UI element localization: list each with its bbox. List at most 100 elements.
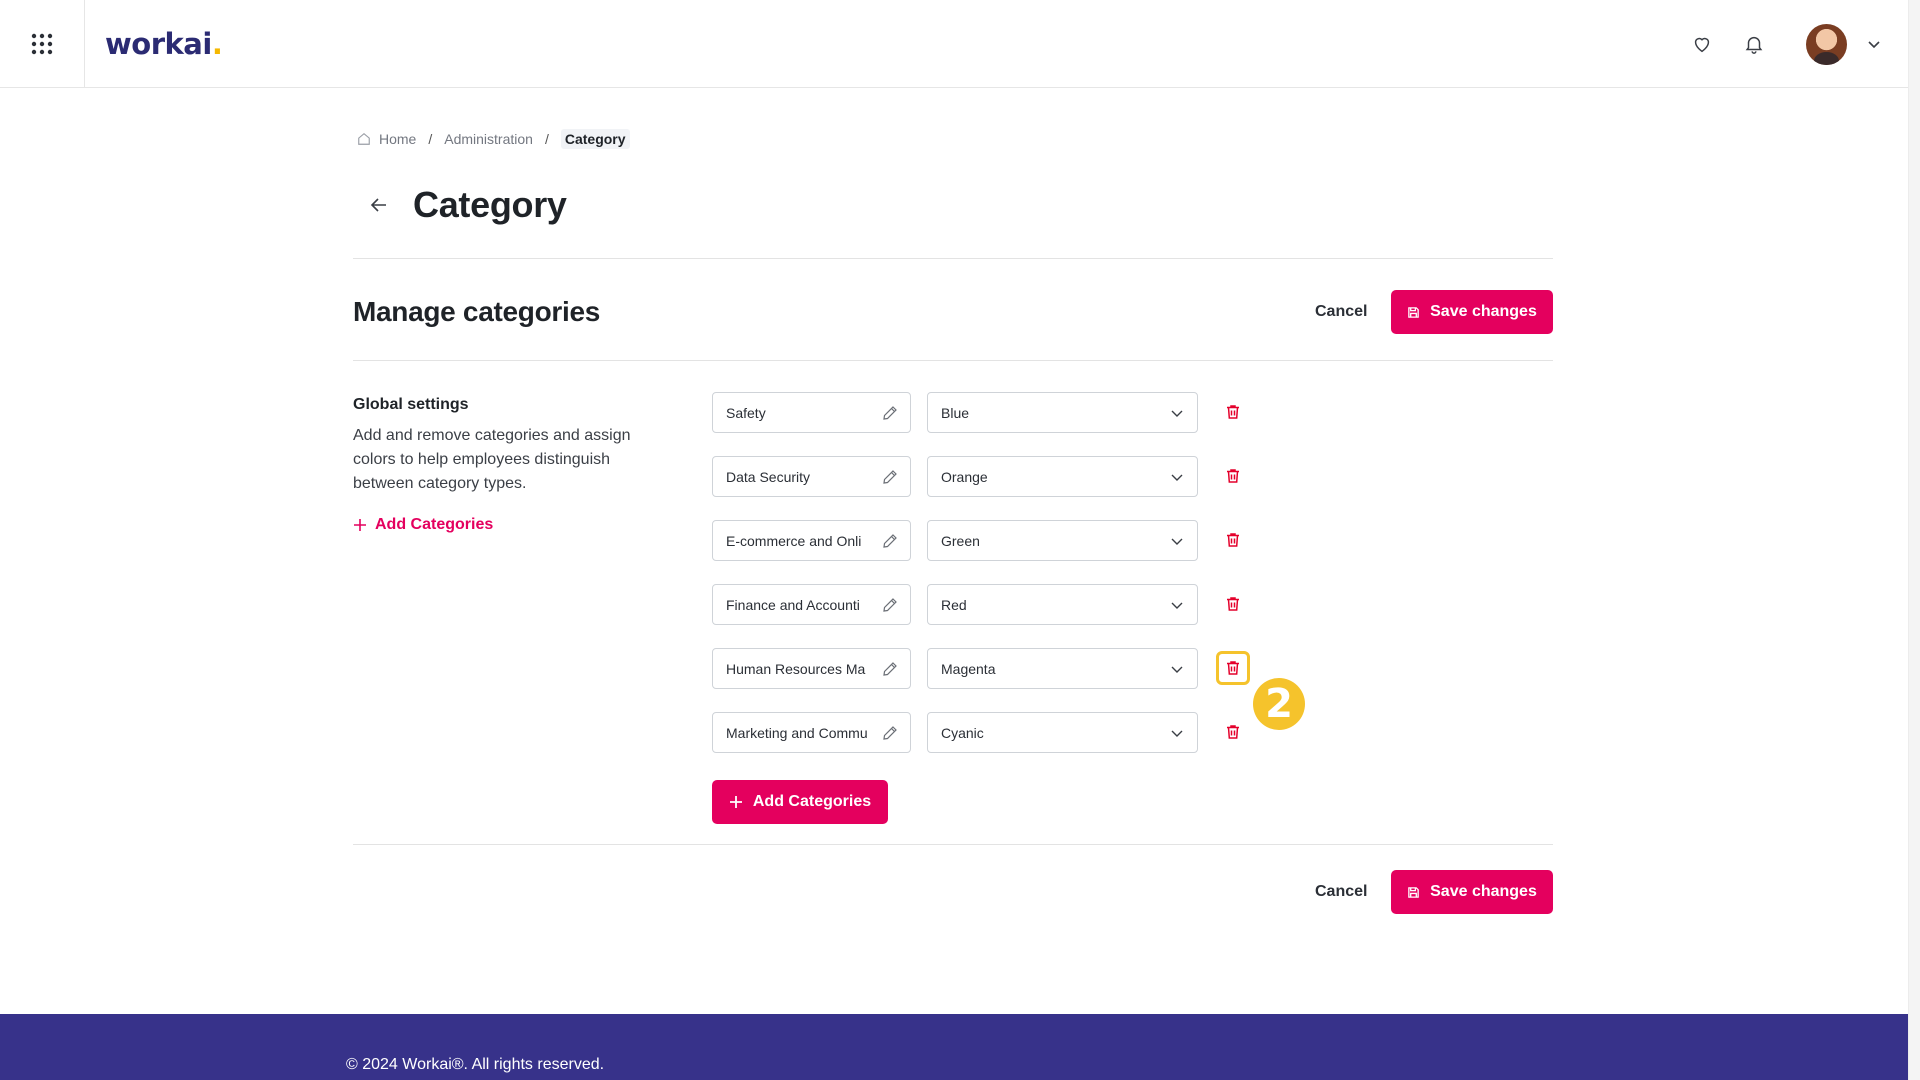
delete-category-button[interactable]	[1217, 716, 1249, 748]
category-name-value: Data Security	[726, 468, 811, 485]
category-name-input[interactable]: Human Resources Ma	[712, 648, 911, 689]
section-header: Manage categories Cancel Save changes	[353, 290, 1553, 336]
arrow-left-icon	[370, 198, 386, 212]
save-changes-label: Save changes	[1430, 303, 1537, 320]
breadcrumb-separator: /	[544, 131, 549, 147]
add-categories-button[interactable]: Add Categories	[712, 780, 888, 824]
category-name-value: Human Resources Ma	[726, 660, 866, 677]
category-row: Data Security Orange	[712, 456, 1272, 520]
category-row: Finance and Accounti Red	[712, 584, 1272, 648]
category-color-value: Green	[941, 532, 980, 549]
category-color-select[interactable]: Green	[927, 520, 1198, 561]
apps-menu-button[interactable]	[0, 0, 85, 88]
pencil-icon[interactable]	[880, 467, 900, 487]
delete-category-button[interactable]	[1217, 524, 1249, 556]
chevron-down-icon	[1169, 725, 1185, 741]
add-categories-link[interactable]: Add Categories	[353, 516, 493, 534]
trash-icon	[1224, 531, 1242, 549]
chevron-down-icon	[1169, 405, 1185, 421]
category-name-value: Finance and Accounti	[726, 596, 860, 613]
pencil-icon[interactable]	[880, 659, 900, 679]
category-color-value: Blue	[941, 404, 970, 421]
trash-icon	[1224, 659, 1242, 677]
delete-category-button[interactable]	[1217, 588, 1249, 620]
category-name-input[interactable]: Marketing and Commu	[712, 712, 911, 753]
save-changes-label: Save changes	[1430, 883, 1537, 900]
plus-icon	[729, 796, 742, 808]
global-settings-title: Global settings	[353, 396, 469, 413]
chevron-down-icon	[1169, 597, 1185, 613]
category-name-input[interactable]: Finance and Accounti	[712, 584, 911, 625]
save-icon	[1408, 306, 1419, 318]
save-changes-button-top[interactable]: Save changes	[1391, 290, 1553, 334]
user-menu-toggle[interactable]	[1864, 34, 1884, 54]
delete-category-button[interactable]	[1217, 460, 1249, 492]
logo-text: workai	[105, 27, 212, 61]
page-footer: © 2024 Workai®. All rights reserved.	[0, 1014, 1908, 1080]
page-scrollbar[interactable]	[1908, 0, 1920, 1080]
category-color-value: Cyanic	[941, 724, 984, 741]
apps-grid-icon	[31, 33, 53, 55]
category-name-value: Marketing and Commu	[726, 724, 868, 741]
bell-icon	[1745, 36, 1763, 54]
cancel-button-top[interactable]: Cancel	[1299, 290, 1383, 334]
add-categories-button-label: Add Categories	[752, 793, 872, 810]
footer-copyright: © 2024 Workai®. All rights reserved.	[346, 1056, 605, 1073]
save-icon	[1408, 886, 1419, 898]
category-row: E-commerce and Onli Green	[712, 520, 1272, 584]
category-color-select[interactable]: Red	[927, 584, 1198, 625]
heart-icon	[1694, 37, 1710, 53]
delete-category-button[interactable]	[1216, 651, 1250, 685]
category-name-input[interactable]: E-commerce and Onli	[712, 520, 911, 561]
category-row: Safety Blue	[712, 392, 1272, 456]
notifications-button[interactable]	[1738, 28, 1770, 60]
trash-icon	[1224, 403, 1242, 421]
category-name-value: E-commerce and Onli	[726, 532, 862, 549]
user-avatar[interactable]	[1806, 24, 1847, 65]
category-list: Safety Blue Data Security Orange E-commerce …	[712, 392, 1272, 776]
breadcrumb: Home / Administration / Category	[357, 128, 630, 150]
category-color-value: Red	[941, 596, 967, 613]
category-color-select[interactable]: Magenta	[927, 648, 1198, 689]
category-name-value: Safety	[726, 404, 766, 421]
chevron-down-icon	[1169, 533, 1185, 549]
category-color-value: Orange	[941, 468, 988, 485]
logo-dot: .	[211, 27, 223, 61]
category-color-value: Magenta	[941, 660, 996, 677]
favorites-button[interactable]	[1686, 28, 1718, 60]
workai-logo[interactable]: workai.	[105, 24, 223, 64]
category-row: Human Resources Ma Magenta	[712, 648, 1272, 712]
category-color-select[interactable]: Cyanic	[927, 712, 1198, 753]
chevron-down-icon	[1169, 661, 1185, 677]
title-divider	[353, 258, 1553, 259]
pencil-icon[interactable]	[880, 531, 900, 551]
save-changes-button-bottom[interactable]: Save changes	[1391, 870, 1553, 914]
add-categories-link-label: Add Categories	[375, 516, 494, 533]
category-color-select[interactable]: Orange	[927, 456, 1198, 497]
page-title-row: Category	[353, 180, 567, 230]
category-name-input[interactable]: Data Security	[712, 456, 911, 497]
breadcrumb-administration[interactable]: Administration	[444, 131, 533, 147]
category-name-input[interactable]: Safety	[712, 392, 911, 433]
page-title: Category	[413, 184, 567, 225]
chevron-down-icon	[1868, 41, 1880, 49]
trash-icon	[1224, 467, 1242, 485]
pencil-icon[interactable]	[880, 595, 900, 615]
pencil-icon[interactable]	[880, 403, 900, 423]
section-divider	[353, 360, 1553, 361]
global-settings-description: Add and remove categories and assign col…	[353, 427, 631, 492]
trash-icon	[1224, 723, 1242, 741]
bottom-divider	[353, 844, 1553, 845]
breadcrumb-separator: /	[428, 131, 433, 147]
trash-icon	[1224, 595, 1242, 613]
home-icon	[357, 132, 371, 146]
top-header: workai.	[0, 0, 1908, 88]
breadcrumb-current: Category	[560, 129, 630, 149]
breadcrumb-home[interactable]: Home	[379, 131, 416, 147]
back-button[interactable]	[359, 185, 399, 225]
pencil-icon[interactable]	[880, 723, 900, 743]
plus-icon	[354, 519, 366, 531]
category-color-select[interactable]: Blue	[927, 392, 1198, 433]
cancel-button-bottom[interactable]: Cancel	[1299, 870, 1383, 914]
delete-category-button[interactable]	[1217, 396, 1249, 428]
